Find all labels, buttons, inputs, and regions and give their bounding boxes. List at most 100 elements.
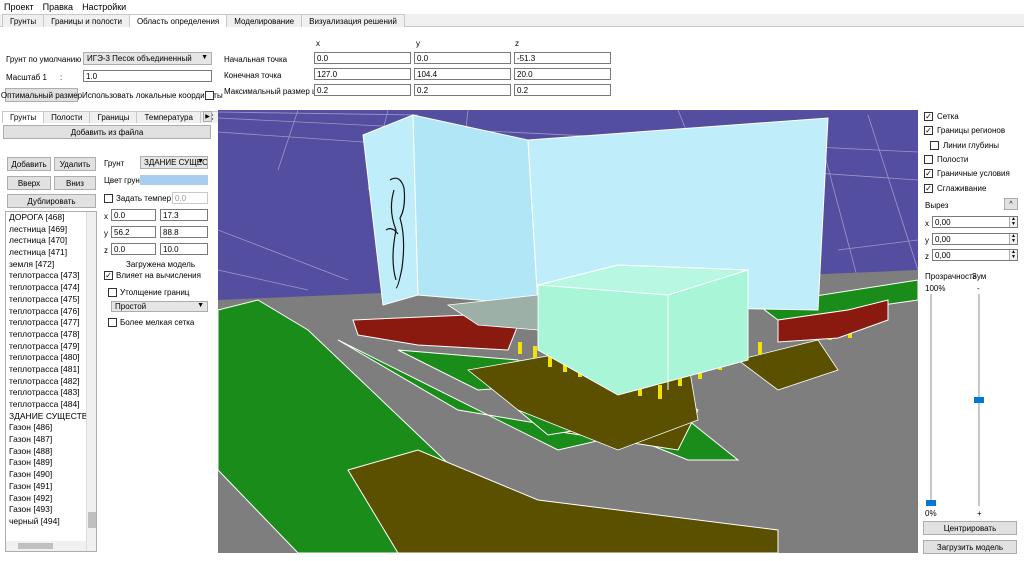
3d-viewport[interactable]: [218, 110, 918, 553]
list-scroll-thumb[interactable]: [88, 512, 96, 528]
end-z-input[interactable]: 20.0: [514, 68, 611, 80]
spin-arrows-icon[interactable]: ▲ ▼: [1009, 234, 1017, 244]
affects-calc-checkbox[interactable]: ✓: [104, 271, 113, 280]
duplicate-button[interactable]: Дублировать: [7, 194, 96, 208]
mode-select[interactable]: Простой ▼: [111, 301, 208, 312]
list-item[interactable]: черный [494]: [6, 516, 96, 528]
cut-collapse-icon[interactable]: ^: [1004, 198, 1018, 210]
start-z-input[interactable]: -51.3: [514, 52, 611, 64]
list-item[interactable]: теплотрасса [474]: [6, 282, 96, 294]
subtab-soils[interactable]: Грунты: [2, 111, 45, 123]
step-z-input[interactable]: 0.2: [514, 84, 611, 96]
list-item[interactable]: Газон [490]: [6, 469, 96, 481]
x-min-input[interactable]: 0.0: [111, 209, 156, 221]
y-min-input[interactable]: 56.2: [111, 226, 156, 238]
list-item[interactable]: Газон [486]: [6, 422, 96, 434]
soil-prop-select[interactable]: ЗДАНИЕ СУЩЕСТ ▼: [140, 156, 208, 169]
tab-visualization[interactable]: Визуализация решений: [301, 14, 405, 27]
list-item[interactable]: теплотрасса [481]: [6, 364, 96, 376]
add-button[interactable]: Добавить: [7, 157, 51, 171]
center-button[interactable]: Центрировать: [923, 521, 1017, 535]
tab-soils[interactable]: Грунты: [2, 14, 45, 27]
transparency-slider-thumb[interactable]: [926, 500, 936, 506]
subtab-temperature[interactable]: Температура: [136, 111, 201, 123]
list-item[interactable]: теплотрасса [484]: [6, 399, 96, 411]
boundary-conditions-label: Граничные условия: [937, 169, 1010, 178]
spin-arrows-icon[interactable]: ▲ ▼: [1009, 217, 1017, 227]
region-borders-checkbox[interactable]: ✓: [924, 126, 933, 135]
cut-z-input[interactable]: 0,00 ▲ ▼: [932, 249, 1018, 261]
local-coords-checkbox[interactable]: [205, 91, 214, 100]
list-item[interactable]: Газон [492]: [6, 493, 96, 505]
set-temperature-checkbox[interactable]: [104, 194, 113, 203]
list-item[interactable]: ЗДАНИЕ СУЩЕСТВУЮ: [6, 411, 96, 423]
default-soil-select[interactable]: ИГЭ-3 Песок объединенный ▼: [83, 52, 212, 65]
smoothing-checkbox[interactable]: ✓: [924, 184, 933, 193]
step-x-input[interactable]: 0.2: [314, 84, 411, 96]
list-item[interactable]: ДОРОГА [468]: [6, 212, 96, 224]
subtab-cavities[interactable]: Полости: [43, 111, 91, 123]
tab-domain[interactable]: Область определения: [128, 14, 228, 28]
subtab-boundaries[interactable]: Границы: [89, 111, 138, 123]
list-item[interactable]: теплотрасса [477]: [6, 317, 96, 329]
list-item[interactable]: Газон [493]: [6, 504, 96, 516]
z-min-input[interactable]: 0.0: [111, 243, 156, 255]
add-from-file-button[interactable]: Добавить из файла: [3, 125, 211, 139]
menu-edit[interactable]: Правка: [43, 2, 73, 12]
optimal-size-button[interactable]: Оптимальный размер: [1, 88, 82, 102]
list-item[interactable]: Газон [487]: [6, 434, 96, 446]
list-item[interactable]: лестница [471]: [6, 247, 96, 259]
step-y-input[interactable]: 0.2: [414, 84, 511, 96]
transparency-slider-track[interactable]: [930, 294, 932, 506]
boundary-thickening-checkbox[interactable]: [108, 288, 117, 297]
move-up-button[interactable]: Вверх: [7, 176, 51, 190]
cut-y-input[interactable]: 0,00 ▲ ▼: [932, 233, 1018, 245]
start-y-input[interactable]: 0.0: [414, 52, 511, 64]
spin-arrows-icon[interactable]: ▲ ▼: [1009, 250, 1017, 260]
boundary-conditions-checkbox[interactable]: ✓: [924, 169, 933, 178]
list-item[interactable]: теплотрасса [483]: [6, 387, 96, 399]
z-max-input[interactable]: 10.0: [160, 243, 208, 255]
finer-grid-checkbox[interactable]: [108, 318, 117, 327]
list-item[interactable]: Газон [491]: [6, 481, 96, 493]
cavities-checkbox[interactable]: [924, 155, 933, 164]
y-max-input[interactable]: 88.8: [160, 226, 208, 238]
local-coords-label: Использовать локальные координаты: [82, 91, 223, 100]
start-point-label: Начальная точка: [224, 55, 288, 64]
list-item[interactable]: земля [472]: [6, 259, 96, 271]
delete-button[interactable]: Удалить: [54, 157, 96, 171]
end-y-input[interactable]: 104.4: [414, 68, 511, 80]
load-model-button[interactable]: Загрузить модель: [923, 540, 1017, 554]
list-item[interactable]: теплотрасса [480]: [6, 352, 96, 364]
cut-x-input[interactable]: 0,00 ▲ ▼: [932, 216, 1018, 228]
tab-scroll-right-icon[interactable]: ▶: [203, 111, 212, 122]
grid-checkbox[interactable]: ✓: [924, 112, 933, 121]
menu-project[interactable]: Проект: [4, 2, 34, 12]
list-item[interactable]: Газон [489]: [6, 457, 96, 469]
list-item[interactable]: теплотрасса [473]: [6, 270, 96, 282]
tab-boundaries-cavities[interactable]: Границы и полости: [43, 14, 130, 27]
list-item[interactable]: Газон [488]: [6, 446, 96, 458]
depth-lines-checkbox[interactable]: [930, 141, 939, 150]
tab-modeling[interactable]: Моделирование: [226, 14, 303, 27]
move-down-button[interactable]: Вниз: [54, 176, 96, 190]
list-item[interactable]: лестница [469]: [6, 224, 96, 236]
list-hscroll-thumb[interactable]: [18, 543, 53, 549]
list-item[interactable]: лестница [470]: [6, 235, 96, 247]
start-x-input[interactable]: 0.0: [314, 52, 411, 64]
list-item[interactable]: теплотрасса [475]: [6, 294, 96, 306]
menu-settings[interactable]: Настройки: [82, 2, 126, 12]
temperature-input[interactable]: 0.0: [172, 192, 208, 204]
scale-input[interactable]: 1.0: [83, 70, 212, 82]
list-vertical-scrollbar[interactable]: [86, 212, 96, 551]
end-x-input[interactable]: 127.0: [314, 68, 411, 80]
list-item[interactable]: теплотрасса [479]: [6, 341, 96, 353]
list-item[interactable]: теплотрасса [482]: [6, 376, 96, 388]
list-item[interactable]: теплотрасса [478]: [6, 329, 96, 341]
x-max-input[interactable]: 17.3: [160, 209, 208, 221]
list-horizontal-scrollbar[interactable]: [6, 541, 86, 551]
zoom-slider-thumb[interactable]: [974, 397, 984, 403]
soil-color-swatch[interactable]: [140, 175, 208, 185]
soil-list[interactable]: ДОРОГА [468] лестница [469] лестница [470]…: [5, 211, 97, 552]
list-item[interactable]: теплотрасса [476]: [6, 306, 96, 318]
